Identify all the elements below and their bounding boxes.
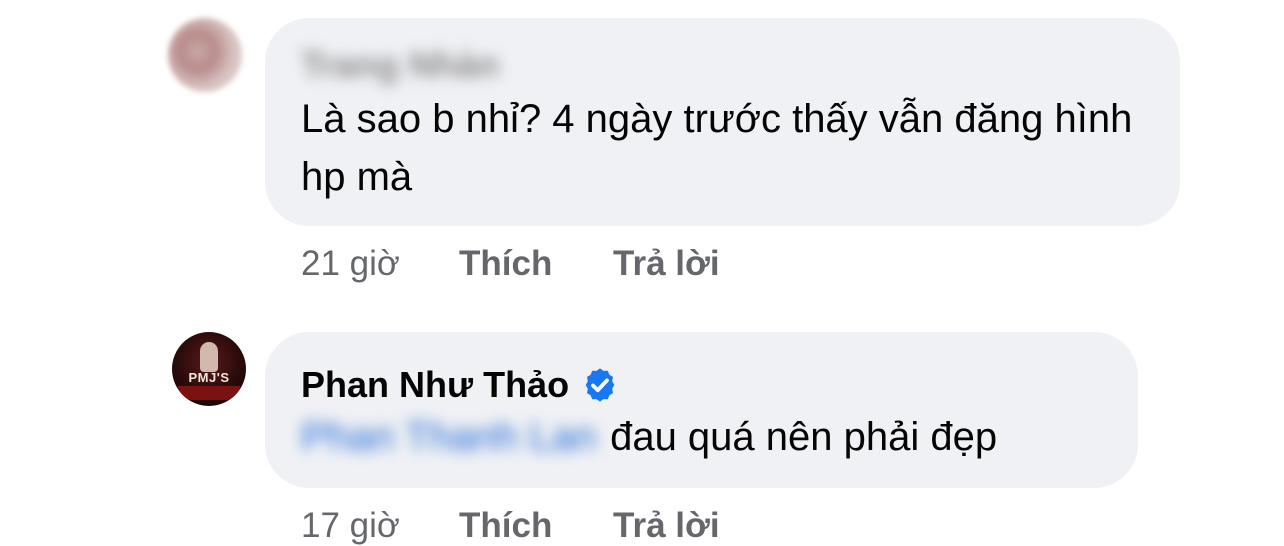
comment-author-name[interactable]: Trang Nhàn xyxy=(301,44,499,86)
comment-actions: 17 giờ Thích Trả lời xyxy=(301,506,720,546)
avatar-logo-text: PMJ'S xyxy=(188,370,230,385)
comment-bubble: Trang Nhàn Là sao b nhỉ? 4 ngày trước th… xyxy=(265,18,1180,226)
comment-text: Là sao b nhỉ? 4 ngày trước thấy vẫn đăng… xyxy=(301,97,1133,199)
page-avatar[interactable]: PMJ'S xyxy=(172,332,246,406)
comment-actions: 21 giờ Thích Trả lời xyxy=(301,244,720,284)
verified-badge-icon xyxy=(581,366,619,404)
comment-author: Phan Như Thảo xyxy=(301,364,619,406)
comment-bubble: Phan Như Thảo Phan Thanh Lan đau quá nên … xyxy=(265,332,1138,488)
reply-button[interactable]: Trả lời xyxy=(613,506,720,546)
commenter-avatar[interactable] xyxy=(168,18,242,92)
reply-button[interactable]: Trả lời xyxy=(613,244,720,284)
avatar-stage xyxy=(178,386,240,400)
comment-author-name[interactable]: Phan Như Thảo xyxy=(301,364,569,406)
like-button[interactable]: Thích xyxy=(459,244,613,284)
comment-body: đau quá nên phải đẹp xyxy=(610,415,998,459)
avatar-figure xyxy=(200,342,218,372)
comment-text: Phan Thanh Lan đau quá nên phải đẹp xyxy=(301,408,1161,466)
comment-timestamp: 17 giờ xyxy=(301,506,400,545)
mention-link[interactable]: Phan Thanh Lan xyxy=(301,415,596,459)
comment-timestamp: 21 giờ xyxy=(301,244,400,283)
like-button[interactable]: Thích xyxy=(459,506,613,546)
